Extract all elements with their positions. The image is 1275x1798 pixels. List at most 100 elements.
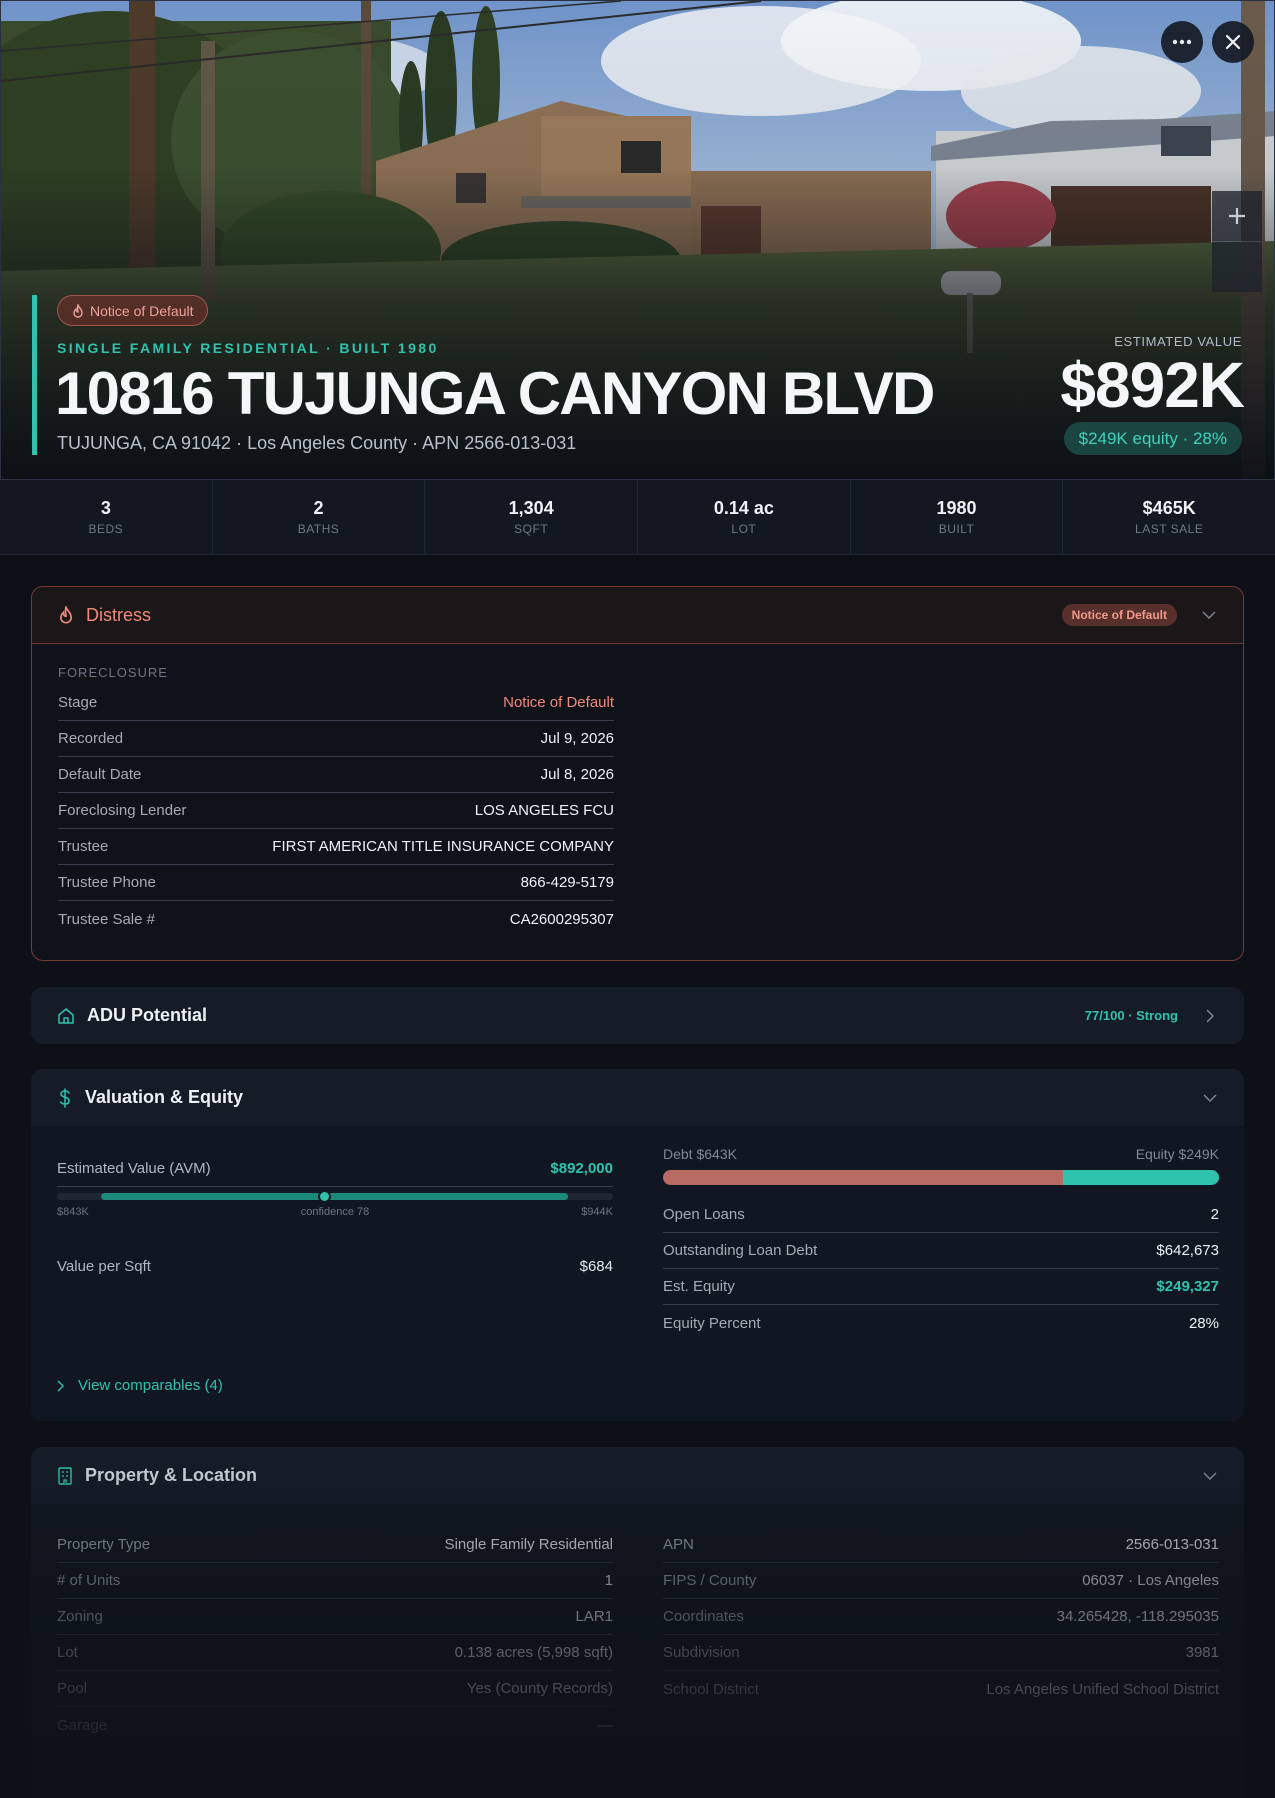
more-options-button[interactable] — [1161, 21, 1203, 63]
detail-row: Trustee Sale # CA2600295307 — [58, 901, 614, 937]
flame-icon — [73, 303, 83, 318]
value-range-labels: $843K confidence 78 $944K — [57, 1206, 613, 1222]
range-low: $843K — [57, 1206, 89, 1218]
plus-icon — [1229, 208, 1245, 224]
property-row: APN 2566-013-031 — [663, 1527, 1219, 1563]
valuation-title: Valuation & Equity — [85, 1087, 244, 1107]
property-location-section: Property & Location Property Type Single … — [31, 1447, 1244, 1798]
loan-row: Equity Percent 28% — [663, 1305, 1219, 1341]
adu-header[interactable]: ADU Potential 77/100 · Strong — [31, 987, 1244, 1044]
property-value: Yes (County Records) — [466, 1680, 613, 1697]
detail-label: Trustee — [58, 838, 109, 855]
notice-of-default-badge[interactable]: Notice of Default — [57, 295, 208, 326]
confidence-label: confidence 78 — [300, 1206, 370, 1218]
loan-label: Outstanding Loan Debt — [663, 1242, 818, 1259]
detail-label: Recorded — [58, 730, 124, 747]
property-address-title: 10816 TUJUNGA CANYON BLVD — [55, 360, 935, 427]
detail-value: LOS ANGELES FCU — [474, 802, 614, 819]
view-comparables-label: View comparables (4) — [78, 1377, 223, 1394]
stat-label: BUILT — [938, 522, 975, 536]
estimated-value-label: ESTIMATED VALUE — [1114, 334, 1242, 349]
detail-value: Notice of Default — [503, 694, 614, 711]
loan-label: Open Loans — [663, 1206, 745, 1223]
loan-value: $642,673 — [1156, 1242, 1219, 1259]
adu-potential-section[interactable]: ADU Potential 77/100 · Strong — [31, 987, 1244, 1044]
stat-value: 0.14 ac — [713, 498, 774, 518]
close-icon — [1225, 34, 1241, 50]
dollar-icon — [59, 1087, 70, 1108]
map-zoom-control — [1212, 191, 1262, 292]
valuation-header[interactable]: Valuation & Equity — [31, 1069, 1244, 1126]
property-label: FIPS / County — [663, 1572, 757, 1589]
stat-lot: 0.14 ac LOT — [638, 480, 851, 554]
flame-icon — [60, 606, 72, 624]
equity-label: Equity $249K — [1135, 1146, 1219, 1162]
stat-value: 2 — [313, 498, 324, 518]
property-row: Zoning LAR1 — [57, 1599, 613, 1635]
chevron-right-icon[interactable] — [1202, 1008, 1218, 1024]
property-row: FIPS / County 06037 · Los Angeles — [663, 1563, 1219, 1599]
property-label: Subdivision — [663, 1644, 740, 1661]
foreclosure-section-label: FORECLOSURE — [58, 665, 168, 680]
loan-value: 28% — [1188, 1314, 1219, 1332]
stat-value: 3 — [100, 498, 111, 518]
detail-row: Trustee FIRST AMERICAN TITLE INSURANCE CO… — [58, 829, 614, 865]
property-row: School District Los Angeles Unified Schoo… — [663, 1671, 1219, 1707]
stat-beds: 3 BEDS — [0, 480, 213, 554]
property-label: Pool — [57, 1680, 88, 1697]
debt-label: Debt $643K — [663, 1146, 737, 1162]
property-title: Property & Location — [85, 1465, 258, 1485]
stat-value: 1980 — [936, 498, 977, 518]
view-comparables-link[interactable]: View comparables (4) — [57, 1377, 223, 1394]
loan-row: Est. Equity $249,327 — [663, 1269, 1219, 1305]
property-value: LAR1 — [575, 1608, 613, 1625]
stat-built: 1980 BUILT — [851, 480, 1064, 554]
property-row: Lot 0.138 acres (5,998 sqft) — [57, 1635, 613, 1671]
equity-segment — [1063, 1170, 1219, 1185]
property-value: — — [598, 1716, 613, 1734]
property-row: Coordinates 34.265428, -118.295035 — [663, 1599, 1219, 1635]
detail-value: FIRST AMERICAN TITLE INSURANCE COMPANY — [272, 838, 614, 855]
zoom-in-button[interactable] — [1212, 191, 1262, 241]
stat-label: BATHS — [297, 522, 340, 536]
stat-value: $465K — [1142, 498, 1196, 518]
property-header[interactable]: Property & Location — [31, 1447, 1244, 1504]
property-row: # of Units 1 — [57, 1563, 613, 1599]
valuation-equity-section: Valuation & Equity Estimated Value (AVM)… — [31, 1069, 1244, 1421]
distress-header[interactable]: Distress Notice of Default — [32, 587, 1243, 644]
home-icon — [58, 1007, 74, 1024]
distress-section: Distress Notice of Default FORECLOSURE S… — [31, 586, 1244, 961]
close-button[interactable] — [1212, 21, 1254, 63]
foreclosure-details: FORECLOSURE Stage Notice of Default Recor… — [58, 665, 614, 937]
property-value: 2566-013-031 — [1125, 1536, 1219, 1553]
property-value: 1 — [604, 1572, 613, 1589]
range-high: $944K — [581, 1206, 613, 1218]
detail-value: 866-429-5179 — [520, 874, 614, 891]
property-label: APN — [663, 1536, 694, 1553]
stat-label: LAST SALE — [1135, 522, 1204, 536]
loan-row: Open Loans 2 — [663, 1197, 1219, 1233]
estimated-value: $892K — [1060, 349, 1245, 421]
zoom-out-button[interactable] — [1212, 242, 1262, 292]
chevron-right-icon — [57, 1379, 64, 1392]
loan-label: Equity Percent — [663, 1314, 761, 1332]
property-value: 3981 — [1185, 1644, 1219, 1661]
distress-title: Distress — [86, 604, 152, 625]
hero-accent-bar — [32, 295, 37, 455]
stat-sqft: 1,304 SQFT — [425, 480, 639, 554]
chevron-down-icon[interactable] — [1201, 607, 1217, 623]
detail-row: Stage Notice of Default — [58, 685, 614, 721]
property-row: Subdivision 3981 — [663, 1635, 1219, 1671]
chevron-down-icon[interactable] — [1202, 1468, 1218, 1484]
property-value: 0.138 acres (5,998 sqft) — [454, 1644, 613, 1661]
stat-label: BEDS — [88, 522, 124, 536]
property-value: 06037 · Los Angeles — [1082, 1572, 1219, 1589]
property-row: Garage — — [57, 1707, 613, 1743]
detail-row: Recorded Jul 9, 2026 — [58, 721, 614, 757]
property-details-left: Property Type Single Family Residential #… — [57, 1527, 613, 1743]
value-per-sqft-label: Value per Sqft — [57, 1257, 151, 1275]
detail-value: CA2600295307 — [509, 910, 614, 928]
chevron-down-icon[interactable] — [1202, 1090, 1218, 1106]
property-label: Zoning — [57, 1608, 103, 1625]
detail-row: Trustee Phone 866-429-5179 — [58, 865, 614, 901]
